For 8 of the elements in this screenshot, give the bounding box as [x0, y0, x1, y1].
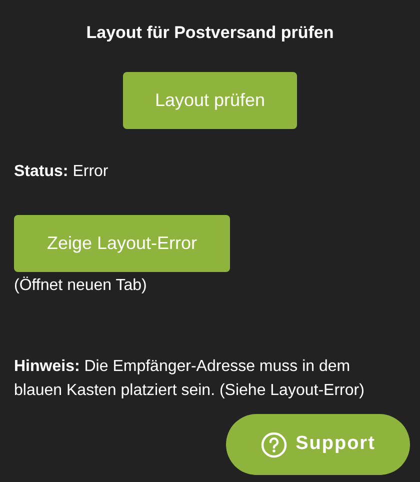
status-text: Status: Error — [14, 163, 108, 180]
check-layout-button[interactable]: Layout prüfen — [123, 72, 297, 129]
show-error-button[interactable]: Zeige Layout-Error — [14, 215, 230, 272]
page-title: Layout für Postversand prüfen — [86, 22, 334, 44]
support-button[interactable]: Support — [226, 414, 410, 475]
new-tab-note: (Öffnet neuen Tab) — [14, 276, 147, 296]
hint-text: Hinweis: Die Empfänger-Adresse muss in dem blauen Kasten platziert sein. (Siehe Layout-Error) — [14, 357, 366, 401]
help-icon — [260, 432, 287, 458]
